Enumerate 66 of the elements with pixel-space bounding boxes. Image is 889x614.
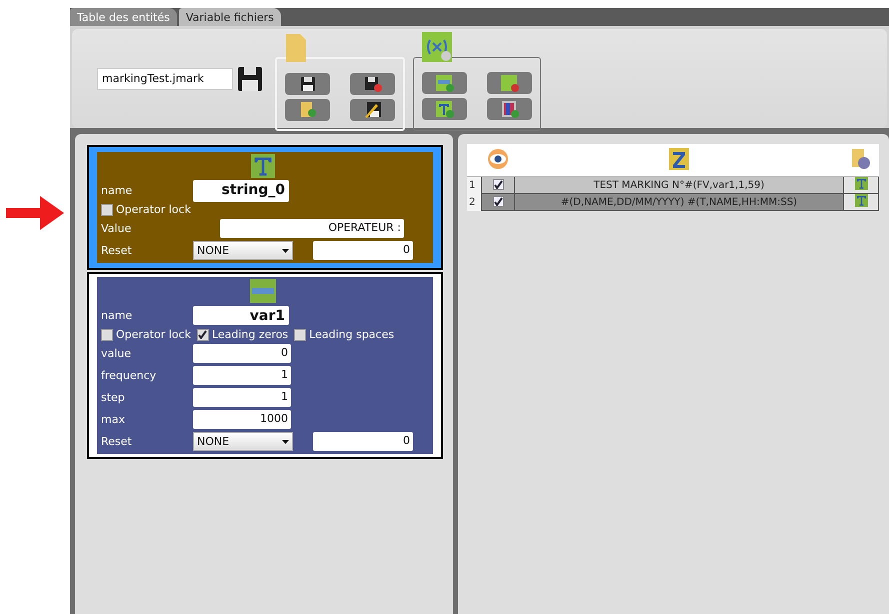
input-field[interactable]: OPERATEUR :: [220, 219, 404, 238]
counter-icon: [250, 279, 276, 303]
text-icon: [251, 154, 275, 178]
text-icon: [854, 194, 868, 207]
arrow-icon: [6, 196, 64, 230]
field-label: max: [101, 413, 126, 426]
counter-add-icon: [436, 74, 454, 92]
edit-file-button[interactable]: [350, 98, 395, 120]
variable-remove-icon: [500, 74, 518, 92]
checkbox[interactable]: [101, 328, 113, 340]
table-row[interactable]: 1 TEST MARKING N°#(FV,var1,1,59): [467, 176, 878, 194]
reset-value-field[interactable]: 0: [313, 432, 413, 451]
entity-card[interactable]: name string_0 Operator lock Value OPERATEUR : Reset NONE 0: [87, 145, 443, 270]
file-add-icon: [298, 101, 316, 118]
field-label: frequency: [101, 369, 158, 382]
name-field[interactable]: string_0: [193, 180, 289, 202]
delete-file-button[interactable]: [350, 72, 395, 94]
tab[interactable]: Variable fichiers: [178, 8, 281, 26]
checkbox[interactable]: [492, 196, 504, 206]
input-field[interactable]: 0: [193, 344, 291, 363]
checkbox-label: Leading spaces: [309, 328, 394, 341]
checkbox[interactable]: [492, 178, 504, 190]
caret-icon: [282, 248, 289, 252]
checkbox-label: Operator lock: [116, 203, 191, 216]
name-field[interactable]: var1: [193, 306, 289, 325]
field-label: Value: [101, 222, 132, 235]
field-label: Reset: [101, 435, 133, 448]
entity-card[interactable]: name var1 Operator lock Leading zeros Leading spaces value 0 frequency 1 step 1 max 1000 Reset NONE 0: [87, 272, 443, 459]
field-label: name: [101, 184, 134, 197]
add-image-button[interactable]: [487, 98, 532, 120]
table-cell: TEST MARKING N°#(FV,var1,1,59): [514, 176, 844, 194]
variable-icon: [422, 32, 452, 62]
add-counter-button[interactable]: [422, 72, 467, 94]
floppy-pencil-icon: [364, 101, 382, 118]
text-add-icon: [436, 100, 454, 118]
file-icon: [285, 32, 307, 62]
input-field[interactable]: 1000: [193, 410, 291, 429]
reset-value-field[interactable]: 0: [313, 241, 413, 260]
table-cell: #(D,NAME,DD/MM/YYYY) #(T,NAME,HH:MM:SS): [514, 194, 844, 210]
text-edit-icon[interactable]: [669, 148, 689, 170]
field-label: step: [101, 391, 126, 404]
image-add-icon: [500, 100, 518, 118]
floppy-delete-icon: [364, 76, 382, 92]
text-icon: [854, 177, 868, 190]
eye-icon[interactable]: [487, 148, 509, 170]
floppy-icon[interactable]: [237, 66, 263, 92]
add-text-button[interactable]: [422, 98, 467, 120]
field-label: value: [101, 347, 132, 360]
checkbox[interactable]: [294, 328, 306, 340]
input-field[interactable]: 1: [193, 388, 291, 407]
input-field[interactable]: 1: [193, 366, 291, 385]
checkbox[interactable]: [101, 204, 113, 216]
caret-icon: [282, 440, 289, 444]
floppy-icon: [300, 76, 316, 92]
reset-dropdown[interactable]: NONE: [193, 432, 293, 451]
field-label: name: [101, 309, 134, 322]
reset-dropdown[interactable]: NONE: [193, 241, 293, 260]
table-row[interactable]: 2 #(D,NAME,DD/MM/YYYY) #(T,NAME,HH:MM:SS): [467, 194, 878, 210]
filename-field[interactable]: markingTest.jmark: [97, 68, 233, 90]
file-settings-icon[interactable]: [851, 148, 871, 170]
remove-variable-button[interactable]: [487, 72, 532, 94]
checkbox[interactable]: [196, 328, 209, 340]
field-label: Reset: [101, 244, 133, 257]
checkbox-label: Leading zeros: [212, 328, 288, 341]
checkbox-label: Operator lock: [116, 328, 191, 341]
save-button[interactable]: [285, 72, 330, 94]
